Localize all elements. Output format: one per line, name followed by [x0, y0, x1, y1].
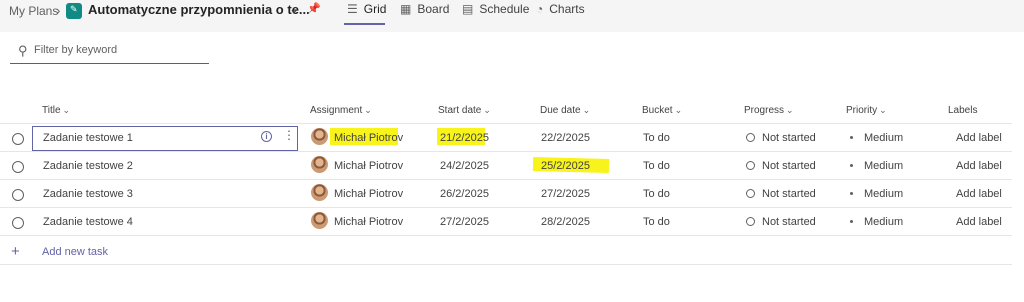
chevron-down-icon: ⌄: [879, 105, 887, 115]
task-progress[interactable]: Not started: [762, 216, 816, 228]
column-header-assignment[interactable]: Assignment ⌄: [310, 105, 372, 116]
tab-schedule[interactable]: ▤ Schedule: [462, 2, 529, 16]
breadcrumb-chevron-icon: ›: [56, 3, 61, 18]
plan-title[interactable]: Automatyczne przypomnienia o te...: [88, 2, 310, 17]
progress-not-started-icon: [746, 189, 755, 198]
task-add-label[interactable]: Add label: [956, 160, 1002, 172]
progress-not-started-icon: [746, 133, 755, 142]
tab-board[interactable]: ▦ Board: [400, 2, 449, 16]
task-priority[interactable]: Medium: [864, 188, 903, 200]
plus-icon: +: [11, 243, 20, 260]
column-header-due-date[interactable]: Due date ⌄: [540, 105, 590, 116]
chevron-down-icon: ⌄: [786, 105, 794, 115]
more-options-icon[interactable]: ⋮: [283, 128, 295, 142]
task-start-date[interactable]: 27/2/2025: [440, 216, 489, 228]
chevron-down-icon: ⌄: [62, 105, 71, 115]
column-header-progress[interactable]: Progress ⌄: [744, 105, 794, 116]
add-task-row[interactable]: + Add new task: [0, 237, 1012, 265]
task-progress[interactable]: Not started: [762, 160, 816, 172]
table-row[interactable]: Zadanie testowe 1 i ⋮ Michał Piotrov 21/…: [0, 124, 1012, 152]
board-icon: ▦: [400, 2, 412, 16]
avatar: [311, 212, 328, 229]
avatar: [311, 184, 328, 201]
avatar: [311, 156, 328, 173]
task-start-date[interactable]: 26/2/2025: [440, 188, 489, 200]
table-row[interactable]: Zadanie testowe 3 Michał Piotrov 26/2/20…: [0, 180, 1012, 208]
complete-task-checkbox[interactable]: [12, 189, 24, 201]
task-assignee[interactable]: Michał Piotrov: [334, 216, 403, 228]
calendar-icon: ▤: [462, 2, 474, 16]
chart-icon: ◔: [536, 2, 544, 16]
progress-not-started-icon: [746, 161, 755, 170]
table-row[interactable]: Zadanie testowe 4 Michał Piotrov 27/2/20…: [0, 208, 1012, 236]
column-header-bucket[interactable]: Bucket ⌄: [642, 105, 682, 116]
task-progress[interactable]: Not started: [762, 132, 816, 144]
info-icon[interactable]: i: [261, 131, 272, 142]
chevron-down-icon: ⌄: [483, 105, 491, 115]
task-assignee[interactable]: Michał Piotrov: [334, 132, 403, 144]
complete-task-checkbox[interactable]: [12, 161, 24, 173]
chevron-down-icon: ⌄: [364, 105, 372, 115]
priority-medium-icon: [850, 192, 853, 195]
table-row[interactable]: Zadanie testowe 2 Michał Piotrov 24/2/20…: [0, 152, 1012, 180]
active-tab-indicator: [344, 23, 385, 25]
column-header-priority[interactable]: Priority ⌄: [846, 105, 887, 116]
breadcrumb-my-plans[interactable]: My Plans: [9, 4, 58, 18]
add-new-task-button[interactable]: Add new task: [42, 246, 108, 258]
chevron-down-icon[interactable]: ⌄: [289, 2, 299, 16]
task-due-date[interactable]: 28/2/2025: [541, 216, 590, 228]
task-bucket[interactable]: To do: [643, 216, 670, 228]
tab-schedule-label: Schedule: [479, 2, 530, 16]
grid-icon: ☰: [347, 2, 358, 16]
task-title[interactable]: Zadanie testowe 4: [43, 216, 133, 228]
column-header-title[interactable]: Title ⌄: [42, 105, 70, 116]
task-priority[interactable]: Medium: [864, 132, 903, 144]
tab-charts[interactable]: ◔ Charts: [536, 2, 585, 16]
task-bucket[interactable]: To do: [643, 132, 670, 144]
task-start-date[interactable]: 21/2/2025: [440, 132, 489, 144]
top-bar: My Plans › Automatyczne przypomnienia o …: [0, 0, 1024, 32]
task-due-date[interactable]: 27/2/2025: [541, 188, 590, 200]
task-assignee[interactable]: Michał Piotrov: [334, 160, 403, 172]
task-priority[interactable]: Medium: [864, 216, 903, 228]
task-due-date[interactable]: 22/2/2025: [541, 132, 590, 144]
pin-icon[interactable]: 📌: [307, 2, 321, 15]
chevron-down-icon: ⌄: [674, 105, 683, 115]
priority-medium-icon: [850, 136, 853, 139]
task-bucket[interactable]: To do: [643, 188, 670, 200]
task-title[interactable]: Zadanie testowe 2: [43, 160, 133, 172]
task-add-label[interactable]: Add label: [956, 216, 1002, 228]
tab-grid-label: Grid: [363, 2, 387, 16]
task-priority[interactable]: Medium: [864, 160, 903, 172]
task-progress[interactable]: Not started: [762, 188, 816, 200]
priority-medium-icon: [850, 164, 853, 167]
avatar: [311, 128, 328, 145]
complete-task-checkbox[interactable]: [12, 133, 24, 145]
filter-input[interactable]: [34, 44, 204, 56]
priority-medium-icon: [850, 220, 853, 223]
complete-task-checkbox[interactable]: [12, 217, 24, 229]
plan-icon: [66, 3, 82, 19]
column-header-start-date[interactable]: Start date ⌄: [438, 105, 491, 116]
task-bucket[interactable]: To do: [643, 160, 670, 172]
progress-not-started-icon: [746, 217, 755, 226]
column-header-labels[interactable]: Labels: [948, 105, 977, 116]
task-assignee[interactable]: Michał Piotrov: [334, 188, 403, 200]
chevron-down-icon: ⌄: [582, 105, 591, 115]
tab-board-label: Board: [417, 2, 450, 16]
task-title[interactable]: Zadanie testowe 3: [43, 188, 133, 200]
task-add-label[interactable]: Add label: [956, 188, 1002, 200]
task-title[interactable]: Zadanie testowe 1: [43, 132, 133, 144]
tab-charts-label: Charts: [549, 2, 585, 16]
task-start-date[interactable]: 24/2/2025: [440, 160, 489, 172]
task-add-label[interactable]: Add label: [956, 132, 1002, 144]
search-icon: ⚲: [18, 43, 28, 58]
task-due-date[interactable]: 25/2/2025: [541, 160, 590, 172]
filter-box: ⚲: [10, 42, 209, 64]
tab-grid[interactable]: ☰ Grid: [347, 2, 386, 16]
